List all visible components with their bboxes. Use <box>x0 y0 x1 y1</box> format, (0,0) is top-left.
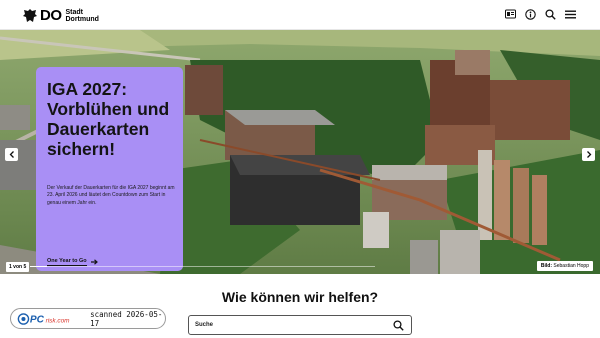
search-placeholder: Suche <box>195 322 214 328</box>
promo-link[interactable]: One Year to Go <box>47 258 98 266</box>
promo-link-label: One Year to Go <box>47 258 87 266</box>
slide-counter: 1 von 5 <box>6 262 30 272</box>
scan-stamp: scanned 2026-05-17 <box>90 309 163 328</box>
eagle-icon <box>23 9 37 22</box>
promo-title: IGA 2027: Vorblühen und Dauer­karten sic… <box>47 79 170 159</box>
slide-progress <box>30 266 375 267</box>
search-icon[interactable] <box>393 320 404 331</box>
promo-text: Der Verkauf der Dauerkarten für die IGA … <box>47 185 175 206</box>
help-heading: Wie können wir helfen? <box>221 289 379 305</box>
slider-prev-button[interactable] <box>5 148 18 161</box>
search-input[interactable]: Suche <box>188 315 412 335</box>
chevron-right-icon <box>586 151 591 158</box>
header-tools <box>504 8 576 20</box>
site-header: DO Stadt Dortmund <box>0 0 600 30</box>
logo-mark: DO <box>40 7 62 24</box>
slider-next-button[interactable] <box>582 148 595 161</box>
search-icon[interactable] <box>544 8 556 20</box>
easy-language-icon[interactable] <box>524 8 536 20</box>
credit-label: Bild: <box>540 263 553 269</box>
svg-text:risk.com: risk.com <box>46 317 71 324</box>
stadt-dortmund-logo[interactable]: DO Stadt Dortmund <box>22 8 99 24</box>
slide-progress-fill <box>30 266 48 267</box>
logo-wordmark: Stadt Dortmund <box>65 9 99 23</box>
menu-icon[interactable] <box>564 8 576 20</box>
sign-language-icon[interactable] <box>504 8 516 20</box>
promo-card: IGA 2027: Vorblühen und Dauer­karten sic… <box>36 67 183 271</box>
pcrisk-watermark: PC risk.com scanned 2026-05-17 <box>10 308 166 329</box>
svg-text:PC: PC <box>30 314 45 325</box>
chevron-left-icon <box>9 151 14 158</box>
hero-slider: IGA 2027: Vorblühen und Dauer­karten sic… <box>0 30 600 274</box>
credit-name: Sebastian Hopp <box>553 263 589 269</box>
arrow-right-icon <box>90 259 98 265</box>
image-credit: Bild: Sebastian Hopp <box>536 261 593 271</box>
pcrisk-logo: PC risk.com <box>17 312 71 325</box>
